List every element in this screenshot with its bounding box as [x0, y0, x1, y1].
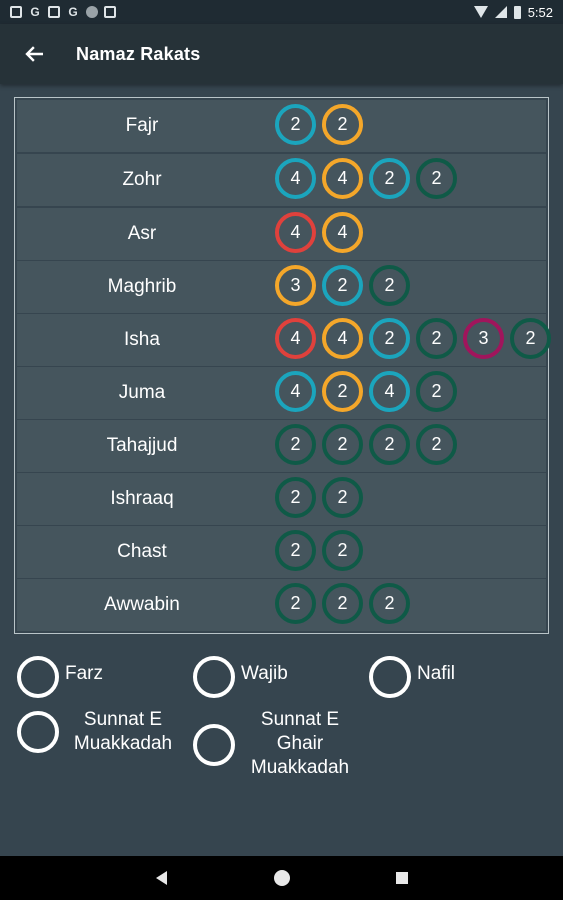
nafil-color-icon: [369, 656, 411, 698]
arrow-back-icon[interactable]: [22, 42, 46, 66]
legend-sunnat-e-muakkadah: Sunnat E Muakkadah: [17, 708, 183, 756]
nav-back-icon[interactable]: [156, 871, 167, 885]
rakat-circles: 4 4 2 2 3 2: [275, 318, 551, 362]
rakat-circle: 2: [369, 318, 410, 359]
google-icon: G: [68, 5, 78, 19]
legend-wajib: Wajib: [193, 656, 288, 698]
table-row: Asr 4 4: [17, 208, 546, 260]
sunnat-ghair-muakkadah-color-icon: [193, 724, 235, 766]
nav-home-icon[interactable]: [274, 870, 290, 886]
rakat-circle: 2: [416, 318, 457, 359]
table-row: Tahajjud 2 2 2 2: [17, 420, 546, 472]
status-time: 5:52: [527, 4, 553, 20]
rakat-circle: 3: [275, 265, 316, 306]
prayer-name: Zohr: [122, 169, 162, 190]
rakat-circle: 2: [369, 158, 410, 199]
wajib-color-icon: [193, 656, 235, 698]
legend-farz: Farz: [17, 656, 103, 698]
rakat-circle: 2: [322, 477, 363, 518]
rakat-circles: 2 2: [275, 477, 363, 521]
table-row: Isha 4 4 2 2 3 2: [17, 314, 551, 366]
rakat-circles: 2 2: [275, 530, 363, 574]
rakat-circle: 2: [322, 424, 363, 465]
wifi-icon: [473, 6, 488, 18]
notification-icon: [10, 6, 22, 18]
sunnat-muakkadah-color-icon: [17, 711, 59, 753]
legend-label: Sunnat E Ghair Muakkadah: [250, 709, 350, 778]
rakat-circle: 2: [416, 424, 457, 465]
rakat-circle: 2: [322, 371, 363, 412]
rakat-circle: 2: [275, 477, 316, 518]
rakat-circles: 2 2 2: [275, 583, 410, 627]
prayer-name: Ishraaq: [110, 488, 174, 509]
legend-label: Farz: [65, 663, 103, 684]
signal-icon: [494, 6, 507, 18]
rakat-circle: 2: [369, 265, 410, 306]
gallery-icon: [48, 6, 60, 18]
status-left-icons: G G: [10, 5, 116, 19]
table-row: Chast 2 2: [17, 526, 546, 578]
legend-label: Wajib: [241, 663, 288, 684]
rakats-table: Fajr 2 2 Zohr 4 4 2 2 Asr 4 4 Maghrib 3 …: [14, 97, 551, 634]
clipboard-icon: [104, 6, 116, 18]
prayer-name: Asr: [127, 223, 157, 244]
rakat-circle: 4: [275, 158, 316, 199]
prayer-name: Chast: [117, 541, 167, 562]
rakat-circles: 4 2 4 2: [275, 371, 457, 415]
prayer-name: Fajr: [125, 115, 159, 136]
page-title: Namaz Rakats: [76, 43, 201, 64]
farz-color-icon: [17, 656, 59, 698]
google-icon: G: [30, 5, 40, 19]
dot-icon: [86, 6, 98, 18]
rakat-circle: 4: [369, 371, 410, 412]
rakat-circle: 2: [369, 424, 410, 465]
rakat-circle: 3: [463, 318, 504, 359]
legend-sunnat-e-ghair-muakkadah: Sunnat E Ghair Muakkadah: [193, 708, 365, 780]
status-right-icons: 5:52: [473, 4, 553, 20]
prayer-name: Tahajjud: [106, 435, 178, 456]
rakat-circle: 4: [275, 371, 316, 412]
nav-recents-icon[interactable]: [396, 872, 408, 884]
table-row: Juma 4 2 4 2: [17, 367, 546, 419]
rakat-circle: 4: [275, 212, 316, 253]
rakat-circle: 2: [416, 158, 457, 199]
prayer-name: Isha: [124, 329, 160, 350]
rakat-circle: 4: [322, 158, 363, 199]
rakat-circle: 2: [322, 583, 363, 624]
rakat-circles: 2 2 2 2: [275, 424, 457, 468]
rakat-circles: 4 4: [275, 212, 363, 256]
prayer-name: Juma: [118, 382, 166, 403]
rakat-circle: 2: [322, 530, 363, 571]
rakat-circles: 3 2 2: [275, 265, 410, 309]
legend-label: Nafil: [417, 663, 456, 684]
rakat-circle: 2: [275, 424, 316, 465]
status-bar: G G 5:52: [0, 0, 563, 24]
app-bar: Namaz Rakats: [0, 24, 563, 84]
table-row: Ishraaq 2 2: [17, 473, 546, 525]
table-row: Maghrib 3 2 2: [17, 261, 546, 313]
rakat-circle: 2: [275, 583, 316, 624]
table-row: Fajr 2 2: [17, 100, 546, 152]
rakat-circle: 2: [369, 583, 410, 624]
battery-icon: [513, 5, 521, 19]
rakat-circle: 2: [416, 371, 457, 412]
rakat-circle: 2: [322, 104, 363, 145]
rakat-circle: 4: [322, 318, 363, 359]
navigation-bar: [0, 856, 563, 900]
table-row: Zohr 4 4 2 2: [17, 154, 546, 206]
rakat-circles: 2 2: [275, 104, 363, 148]
prayer-name: Maghrib: [107, 276, 177, 297]
rakat-circle: 4: [275, 318, 316, 359]
legend-label: Sunnat E Muakkadah: [73, 709, 173, 754]
rakat-circle: 2: [510, 318, 551, 359]
prayer-name: Awwabin: [104, 594, 180, 615]
rakat-circle: 2: [275, 104, 316, 145]
rakat-circles: 4 4 2 2: [275, 158, 457, 202]
legend-nafil: Nafil: [369, 656, 455, 698]
table-row: Awwabin 2 2 2: [17, 579, 546, 631]
rakat-circle: 2: [275, 530, 316, 571]
rakat-circle: 2: [322, 265, 363, 306]
rakat-circle: 4: [322, 212, 363, 253]
